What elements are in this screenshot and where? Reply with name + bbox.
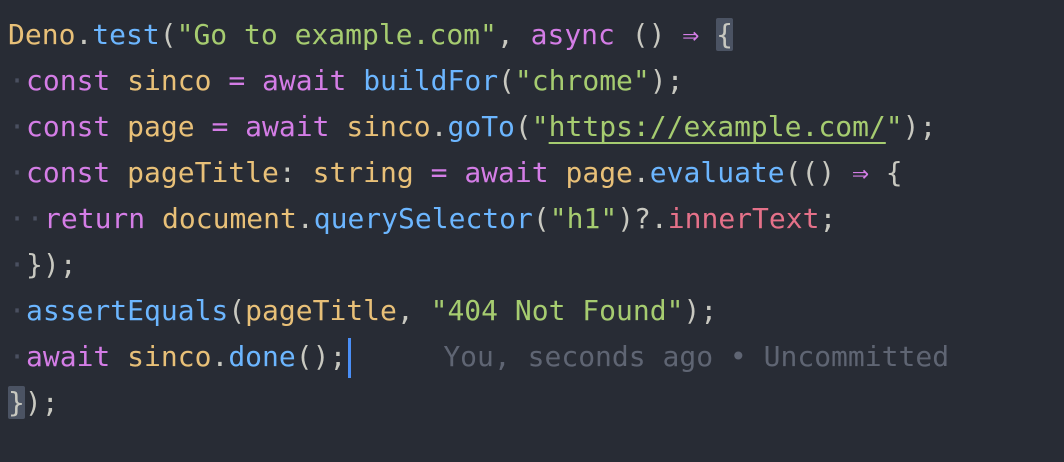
text-cursor [348, 338, 352, 378]
indent-dot: · [8, 64, 26, 97]
token-quote: " [885, 110, 903, 143]
token-const: const [26, 64, 111, 97]
token-deno: Deno [8, 18, 76, 51]
token-open-paren: ( [514, 110, 532, 143]
matched-brace-highlight: { [716, 18, 733, 51]
token-equals: = [211, 110, 229, 143]
token-sinco: sinco [127, 340, 212, 373]
token-dot: . [211, 340, 229, 373]
token-h1-string: "h1" [549, 202, 618, 235]
code-line-6[interactable]: ·}); [0, 242, 1064, 288]
token-innertext: innerText [667, 202, 820, 235]
token-test: test [92, 18, 160, 51]
token-sinco: sinco [127, 64, 212, 97]
token-async: async [530, 18, 615, 51]
git-blame-annotation: You, seconds ago • Uncommitted [443, 340, 950, 373]
token-open-paren: ( [159, 18, 177, 51]
token-assertequals: assertEquals [26, 294, 229, 327]
code-line-2[interactable]: ·const sinco = await buildFor("chrome"); [0, 58, 1064, 104]
token-page: page [127, 110, 195, 143]
token-page: page [565, 156, 633, 189]
token-comma: , [396, 294, 431, 327]
indent-dot: · [26, 202, 44, 235]
token-close: ); [902, 110, 937, 143]
url-link[interactable]: https://example.com/ [549, 110, 886, 143]
token-dot: . [632, 156, 650, 189]
token-404-string: "404 Not Found" [430, 294, 684, 327]
token-equals: = [228, 64, 246, 97]
token-sinco: sinco [346, 110, 431, 143]
token-evaluate: evaluate [649, 156, 785, 189]
token-pagetitle: pageTitle [245, 294, 397, 327]
token-await: await [245, 110, 330, 143]
token-const: const [26, 110, 111, 143]
token-optional-chain: ?. [634, 202, 668, 235]
token-return: return [44, 202, 146, 235]
token-type-string: string [312, 156, 414, 189]
code-line-3[interactable]: ·const page = await sinco.goTo("https://… [0, 104, 1064, 150]
code-line-4[interactable]: ·const pageTitle: string = await page.ev… [0, 150, 1064, 196]
token-close: }); [26, 248, 77, 281]
matched-brace-highlight: } [8, 386, 25, 419]
token-open-paren: (() [784, 156, 836, 189]
token-dot: . [430, 110, 448, 143]
token-open-brace: { [885, 156, 903, 189]
token-close-paren: ) [617, 202, 635, 235]
token-await: await [464, 156, 549, 189]
token-queryselector: querySelector [313, 202, 533, 235]
token-document: document [162, 202, 297, 235]
indent-dot: · [8, 110, 26, 143]
token-open-paren: ( [228, 294, 246, 327]
indent-dot: · [8, 248, 26, 281]
code-line-8[interactable]: ·await sinco.done(); You, seconds ago • U… [0, 334, 1064, 380]
indent-dot: · [8, 340, 26, 373]
token-goto: goTo [447, 110, 515, 143]
token-close: ); [683, 294, 718, 327]
token-quote: " [531, 110, 549, 143]
token-close: ); [649, 64, 684, 97]
code-editor[interactable]: Deno.test("Go to example.com", async () … [0, 0, 1064, 462]
token-chrome-string: "chrome" [514, 64, 650, 97]
token-close: (); [295, 340, 347, 373]
token-buildfor: buildFor [363, 64, 499, 97]
token-done: done [228, 340, 296, 373]
code-line-1[interactable]: Deno.test("Go to example.com", async () … [0, 12, 1064, 58]
token-test-name-string: "Go to example.com" [176, 18, 497, 51]
token-dot: . [296, 202, 314, 235]
token-colon: : [278, 156, 296, 189]
indent-dot: · [8, 294, 26, 327]
token-equals: = [430, 156, 448, 189]
token-comma: , [496, 18, 531, 51]
token-arrow: ⇒ [852, 156, 869, 189]
token-arrow: ⇒ [682, 18, 700, 51]
token-pagetitle: pageTitle [127, 156, 279, 189]
token-params: () [631, 18, 666, 51]
code-line-9[interactable]: }); [0, 380, 1064, 426]
token-dot: . [75, 18, 93, 51]
token-semicolon: ; [819, 202, 837, 235]
token-await: await [26, 340, 111, 373]
token-const: const [26, 156, 111, 189]
token-open-paren: ( [532, 202, 550, 235]
token-close: ); [24, 386, 59, 419]
token-open-paren: ( [498, 64, 515, 97]
code-line-5[interactable]: ··return document.querySelector("h1")?.i… [0, 196, 1064, 242]
indent-dot: · [8, 156, 26, 189]
indent-dot: · [8, 202, 26, 235]
token-await: await [262, 64, 347, 97]
code-line-7[interactable]: ·assertEquals(pageTitle, "404 Not Found"… [0, 288, 1064, 334]
